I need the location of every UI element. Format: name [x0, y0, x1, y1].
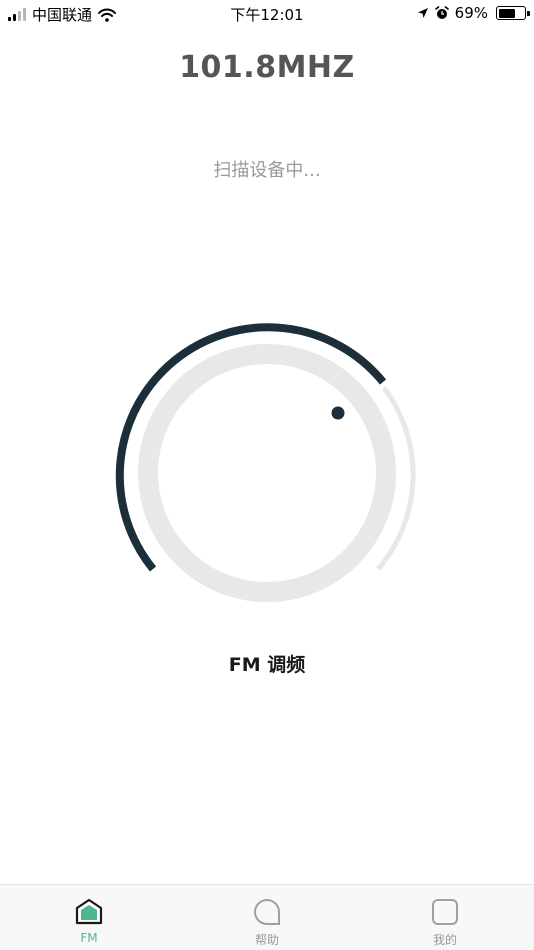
tab-bar: FM 帮助 我的 [0, 884, 534, 950]
home-icon [75, 898, 103, 925]
tab-profile-label: 我的 [432, 933, 457, 947]
profile-icon [432, 899, 458, 925]
tab-fm[interactable]: FM [0, 885, 178, 950]
scan-status-text: 扫描设备中... [213, 160, 321, 181]
tab-profile[interactable]: 我的 [356, 885, 534, 950]
dial-inner-ring [138, 344, 396, 602]
status-bar: 中国联通 下午12:01 69% [0, 0, 534, 28]
fm-screen: 中国联通 下午12:01 69% 101.8MHZ 扫描设备中... FM 调频… [0, 0, 534, 950]
tab-help[interactable]: 帮助 [178, 885, 356, 950]
status-bar-right: 69% [417, 4, 530, 22]
location-icon [417, 8, 428, 18]
tab-fm-label: FM [80, 931, 98, 945]
battery-percent: 69% [454, 4, 488, 22]
tuning-dial[interactable] [100, 305, 434, 639]
dial-indicator-dot[interactable] [331, 406, 345, 420]
frequency-display: 101.8MHZ [179, 50, 355, 85]
dial-label: FM 调频 [228, 654, 306, 676]
battery-icon [496, 6, 530, 20]
alarm-icon [434, 6, 449, 19]
help-icon [254, 898, 280, 925]
tab-help-label: 帮助 [254, 933, 279, 947]
